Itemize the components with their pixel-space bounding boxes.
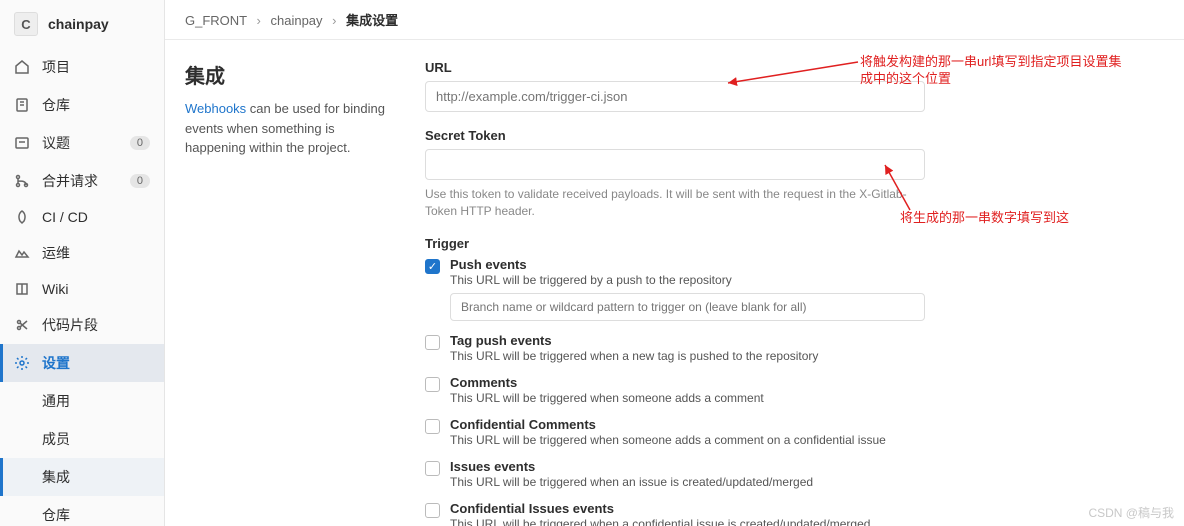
issues-badge: 0 [130, 136, 150, 150]
breadcrumb-sep: › [257, 13, 261, 28]
trigger-item: Tag push eventsThis URL will be triggere… [425, 333, 925, 363]
trigger-body: Push eventsThis URL will be triggered by… [450, 257, 925, 321]
breadcrumb-current: 集成设置 [346, 13, 398, 28]
trigger-checkbox[interactable] [425, 419, 440, 434]
trigger-branch-input[interactable] [450, 293, 925, 321]
book-icon [14, 281, 30, 297]
sidebar-item-ops[interactable]: 运维 [0, 234, 164, 272]
trigger-desc: This URL will be triggered when a new ta… [450, 349, 925, 363]
ops-icon [14, 245, 30, 261]
sidebar-header[interactable]: C chainpay [0, 0, 164, 48]
sidebar-item-snippet[interactable]: 代码片段 [0, 306, 164, 344]
sidebar-item-label: 运维 [42, 243, 150, 263]
trigger-body: Tag push eventsThis URL will be triggere… [450, 333, 925, 363]
sidebar-item-label: 仓库 [42, 505, 150, 525]
annotation-secret: 将生成的那一串数字填写到这 [900, 210, 1069, 227]
trigger-checkbox[interactable] [425, 461, 440, 476]
sidebar-item-issues[interactable]: 议题 0 [0, 124, 164, 162]
sidebar-item-project[interactable]: 项目 [0, 48, 164, 86]
secret-label: Secret Token [425, 128, 925, 143]
sidebar-item-label: CI / CD [42, 209, 150, 225]
trigger-label-text: Tag push events [450, 333, 925, 348]
trigger-desc: This URL will be triggered by a push to … [450, 273, 925, 287]
sidebar-sub-integrations[interactable]: 集成 [0, 458, 164, 496]
sidebar-item-label: 设置 [42, 353, 150, 373]
sidebar-item-label: Wiki [42, 281, 150, 297]
sidebar-item-label: 议题 [42, 133, 118, 153]
trigger-desc: This URL will be triggered when someone … [450, 433, 925, 447]
trigger-checkbox[interactable] [425, 335, 440, 350]
sidebar-item-label: 项目 [42, 57, 150, 77]
sidebar-sub-general[interactable]: 通用 [0, 382, 164, 420]
url-group: URL [425, 60, 925, 112]
trigger-item: CommentsThis URL will be triggered when … [425, 375, 925, 405]
sidebar: C chainpay 项目 仓库 议题 0 合并请求 0 CI / CD 运维 [0, 0, 165, 526]
merge-icon [14, 173, 30, 189]
content: 集成 Webhooks can be used for binding even… [165, 40, 1184, 526]
settings-subitems: 通用 成员 集成 仓库 CI / CD 运维 [0, 382, 164, 526]
watermark: CSDN @稿与我 [1088, 504, 1174, 521]
trigger-body: CommentsThis URL will be triggered when … [450, 375, 925, 405]
sidebar-item-label: 合并请求 [42, 171, 118, 191]
breadcrumb-root[interactable]: G_FRONT [185, 13, 247, 28]
trigger-desc: This URL will be triggered when a confid… [450, 517, 925, 526]
trigger-label-text: Push events [450, 257, 925, 272]
trigger-group: Trigger ✓Push eventsThis URL will be tri… [425, 236, 925, 526]
trigger-item: Confidential Issues eventsThis URL will … [425, 501, 925, 526]
integration-info: 集成 Webhooks can be used for binding even… [185, 60, 385, 506]
trigger-label-text: Confidential Comments [450, 417, 925, 432]
trigger-body: Issues eventsThis URL will be triggered … [450, 459, 925, 489]
integration-title: 集成 [185, 60, 385, 89]
sidebar-sub-members[interactable]: 成员 [0, 420, 164, 458]
home-icon [14, 59, 30, 75]
url-label: URL [425, 60, 925, 75]
scissors-icon [14, 317, 30, 333]
sidebar-item-label: 代码片段 [42, 315, 150, 335]
sidebar-item-repo[interactable]: 仓库 [0, 86, 164, 124]
breadcrumb-mid[interactable]: chainpay [270, 13, 322, 28]
webhooks-link[interactable]: Webhooks [185, 101, 246, 116]
url-input[interactable] [425, 81, 925, 112]
trigger-label-text: Issues events [450, 459, 925, 474]
trigger-checkbox[interactable]: ✓ [425, 259, 440, 274]
trigger-body: Confidential CommentsThis URL will be tr… [450, 417, 925, 447]
annotation-url: 将触发构建的那一串url填写到指定项目设置集 成中的这个位置 [860, 54, 1121, 88]
sidebar-item-label: 集成 [42, 467, 150, 487]
sidebar-item-label: 通用 [42, 391, 150, 411]
trigger-item: Issues eventsThis URL will be triggered … [425, 459, 925, 489]
merge-badge: 0 [130, 174, 150, 188]
project-name: chainpay [48, 16, 109, 32]
sidebar-item-wiki[interactable]: Wiki [0, 272, 164, 306]
trigger-checkbox[interactable] [425, 503, 440, 518]
webhook-form: URL Secret Token Use this token to valid… [425, 60, 925, 506]
breadcrumb: G_FRONT › chainpay › 集成设置 [165, 0, 1184, 40]
breadcrumb-sep: › [332, 13, 336, 28]
sidebar-sub-repo[interactable]: 仓库 [0, 496, 164, 526]
sidebar-item-settings[interactable]: 设置 [0, 344, 164, 382]
secret-input[interactable] [425, 149, 925, 180]
secret-group: Secret Token Use this token to validate … [425, 128, 925, 220]
trigger-item: Confidential CommentsThis URL will be tr… [425, 417, 925, 447]
rocket-icon [14, 209, 30, 225]
project-badge: C [14, 12, 38, 36]
issues-icon [14, 135, 30, 151]
secret-help: Use this token to validate received payl… [425, 186, 925, 220]
trigger-label: Trigger [425, 236, 925, 251]
trigger-checkbox[interactable] [425, 377, 440, 392]
trigger-item: ✓ Push eventsThis URL will be triggered b… [425, 257, 925, 321]
trigger-desc: This URL will be triggered when someone … [450, 391, 925, 405]
integration-desc: Webhooks can be used for binding events … [185, 99, 385, 158]
trigger-body: Confidential Issues eventsThis URL will … [450, 501, 925, 526]
trigger-label-text: Comments [450, 375, 925, 390]
trigger-label-text: Confidential Issues events [450, 501, 925, 516]
gear-icon [14, 355, 30, 371]
sidebar-item-label: 仓库 [42, 95, 150, 115]
sidebar-item-merge[interactable]: 合并请求 0 [0, 162, 164, 200]
sidebar-item-cicd[interactable]: CI / CD [0, 200, 164, 234]
sidebar-item-label: 成员 [42, 429, 150, 449]
trigger-desc: This URL will be triggered when an issue… [450, 475, 925, 489]
repo-icon [14, 97, 30, 113]
